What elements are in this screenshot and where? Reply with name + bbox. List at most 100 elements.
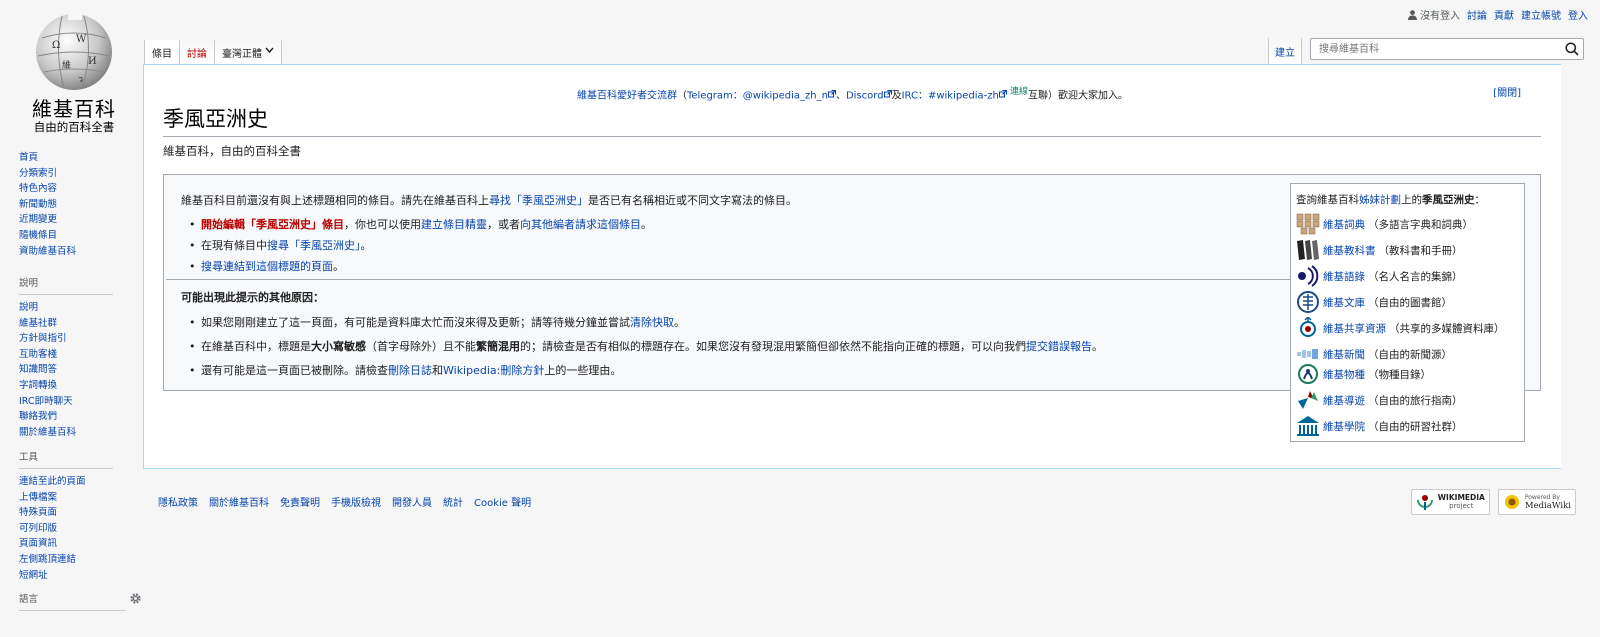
svg-text:ว: ว: [78, 75, 83, 85]
footer-disclaimer-link[interactable]: 免責聲明: [280, 494, 320, 509]
search-existing-link[interactable]: 搜尋「季風亞洲史」: [267, 239, 361, 252]
sidebar-item-news[interactable]: 新聞動態: [19, 199, 57, 210]
tab-talk[interactable]: 討論: [179, 40, 214, 64]
sister-head-suffix: 上的: [1401, 194, 1422, 206]
sidebar-item-community[interactable]: 維基社群: [19, 318, 57, 329]
deletion-policy-link[interactable]: Wikipedia:刪除方針: [443, 364, 544, 377]
sister-wikiversity: 維基學院 （自由的研習社群）: [1296, 415, 1463, 437]
discord-link[interactable]: Discord: [846, 90, 884, 101]
r3-and: 和: [432, 364, 443, 377]
sidebar-item-what-links-here[interactable]: 連結至此的頁面: [19, 476, 86, 487]
sidebar-item-donate[interactable]: 資助維基百科: [19, 246, 76, 257]
deletion-log-link[interactable]: 刪除日誌: [388, 364, 432, 377]
sister-link[interactable]: 維基語錄: [1323, 269, 1365, 284]
sister-desc: （教科書和手冊）: [1378, 244, 1463, 257]
sidebar-item-categories[interactable]: 分類索引: [19, 168, 57, 179]
sidebar-item-conversion[interactable]: 字詞轉換: [19, 380, 57, 391]
list-item: 在維基百科中，標題是大小寫敏感（首字母除外）且不能繁簡混用的；請檢查是否有相似的…: [181, 335, 1103, 359]
sidebar-item-featured[interactable]: 特色內容: [19, 183, 57, 194]
sister-link[interactable]: 維基詞典: [1323, 217, 1365, 232]
b2-end: 。: [360, 239, 372, 252]
sidebar-item-page-info[interactable]: 頁面資訊: [19, 538, 57, 549]
chevron-down-icon: [265, 47, 274, 54]
sister-link[interactable]: 維基學院: [1323, 419, 1365, 434]
create-account-link[interactable]: 建立帳號: [1521, 7, 1561, 22]
start-editing-link[interactable]: 開始編輯「季風亞洲史」條目: [201, 218, 344, 231]
search-input[interactable]: [1317, 42, 1541, 56]
sidebar-item-village-pump[interactable]: 互助客棧: [19, 349, 57, 360]
r2-end: 。: [1092, 340, 1103, 353]
mediawiki-sunflower-icon: [1504, 495, 1519, 509]
find-title-link[interactable]: 尋找「季風亞洲史」: [489, 194, 588, 207]
footer-cookie-link[interactable]: Cookie 聲明: [474, 494, 531, 509]
mediawiki-badge[interactable]: Powered By MediaWiki: [1497, 489, 1576, 515]
footer-icons: WIKIMEDIA project Powered By MediaWiki: [1410, 489, 1576, 515]
notice-close-text: ）歡迎大家加入。: [1048, 90, 1129, 102]
sidebar-item-policies[interactable]: 方針與指引: [19, 333, 67, 344]
reasons-list: 如果您剛剛建立了這一頁面，有可能是資料庫太忙而沒來得及更新；請等待幾分鐘並嘗試清…: [181, 311, 1103, 383]
anon-talk-link[interactable]: 討論: [1467, 7, 1487, 22]
external-link-icon: [998, 90, 1007, 98]
community-group-link[interactable]: 維基百科愛好者交流群: [577, 90, 677, 101]
b3-end: 。: [333, 260, 344, 273]
sidebar-item-main-page[interactable]: 首頁: [19, 152, 38, 163]
sister-link[interactable]: 維基教科書: [1323, 243, 1376, 258]
article-wizard-link[interactable]: 建立條目精靈: [421, 218, 487, 231]
footer-privacy-link[interactable]: 隱私政策: [158, 494, 198, 509]
sister-link[interactable]: 維基文庫: [1323, 295, 1365, 310]
bug-report-link[interactable]: 提交錯誤報告: [1026, 340, 1092, 353]
sidebar-item-about[interactable]: 關於維基百科: [19, 427, 76, 438]
sister-projects-box: 查詢維基百科姊妹計劃上的季風亞洲史： 維基詞典 （多語言字典和詞典） 維基教科書（…: [1290, 183, 1525, 442]
sidebar-heading-languages: 語言: [19, 591, 141, 611]
sister-link[interactable]: 維基共享資源: [1323, 321, 1386, 336]
footer-developers-link[interactable]: 開發人員: [392, 494, 432, 509]
sidebar-item-skip-links[interactable]: 左側跳頂連結: [19, 554, 76, 565]
dismiss-notice-link[interactable]: [關閉]: [1493, 84, 1521, 99]
login-link[interactable]: 登入: [1568, 7, 1588, 22]
sidebar-item-printable[interactable]: 可列印版: [19, 523, 57, 534]
anon-contributions-link[interactable]: 貢獻: [1494, 7, 1514, 22]
sister-desc: （自由的研習社群）: [1368, 420, 1463, 433]
search-icon[interactable]: [1565, 42, 1579, 56]
sidebar-item-recent-changes[interactable]: 近期變更: [19, 214, 57, 225]
notice-sep: 、: [835, 90, 846, 102]
sidebar-item-special-pages[interactable]: 特殊頁面: [19, 507, 57, 518]
sidebar-item-help[interactable]: 說明: [19, 302, 38, 313]
user-icon: [1408, 9, 1417, 20]
sidebar-item-random[interactable]: 隨機條目: [19, 230, 57, 241]
footer-about-link[interactable]: 關於維基百科: [209, 494, 269, 509]
sister-link[interactable]: 維基新聞: [1323, 347, 1365, 362]
sidebar-item-qa[interactable]: 知識問答: [19, 364, 57, 375]
wikivoyage-icon: [1298, 391, 1318, 409]
wikipedia-logo[interactable]: Ω W И 維 ว 維基百科 自由的百科全書: [18, 8, 130, 134]
sister-link[interactable]: 維基導遊: [1323, 393, 1365, 408]
gear-icon[interactable]: [129, 592, 142, 605]
tab-talk-label: 討論: [187, 49, 207, 60]
notice-bridged: 互聯: [1028, 90, 1049, 102]
puzzle-globe-icon: Ω W И 維 ว: [36, 8, 112, 90]
mediawiki-badge-bottom: MediaWiki: [1524, 501, 1571, 511]
what-links-here-link[interactable]: 搜尋連結到這個標題的頁面: [201, 260, 333, 273]
search-box[interactable]: [1310, 38, 1584, 60]
list-item: 搜尋連結到這個標題的頁面。: [181, 256, 652, 277]
sister-link[interactable]: 維基物種: [1323, 367, 1365, 382]
sidebar-item-contact[interactable]: 聯絡我們: [19, 411, 57, 422]
purge-cache-link[interactable]: 清除快取: [630, 316, 674, 329]
sister-projects-link[interactable]: 姊妹計劃: [1359, 194, 1401, 206]
sidebar-languages: 語言: [19, 591, 141, 616]
irc-link[interactable]: IRC：#wikipedia-zh: [902, 90, 999, 101]
sister-wiktionary: 維基詞典 （多語言字典和詞典）: [1296, 213, 1473, 235]
footer-mobile-link[interactable]: 手機版檢視: [331, 494, 381, 509]
tab-article[interactable]: 條目: [144, 40, 179, 64]
footer-stats-link[interactable]: 統計: [443, 494, 463, 509]
sidebar-item-upload[interactable]: 上傳檔案: [19, 492, 57, 503]
telegram-link[interactable]: Telegram：@wikipedia_zh_n: [687, 90, 828, 101]
sidebar-tools: 工具 連結至此的頁面 上傳檔案 特殊頁面 可列印版 頁面資訊 左側跳頂連結 短網…: [19, 449, 113, 583]
variant-dropdown[interactable]: 臺灣正體: [214, 40, 282, 64]
sidebar-item-irc[interactable]: IRC即時聊天: [19, 396, 73, 407]
sidebar-item-short-url[interactable]: 短網址: [19, 570, 48, 581]
tab-create[interactable]: 建立: [1268, 38, 1302, 64]
wikimedia-badge[interactable]: WIKIMEDIA project: [1410, 489, 1490, 515]
site-notice: 維基百科愛好者交流群（Telegram：@wikipedia_zh_n 、Disc…: [144, 84, 1561, 101]
request-article-link[interactable]: 向其他編者請求這個條目: [520, 218, 641, 231]
